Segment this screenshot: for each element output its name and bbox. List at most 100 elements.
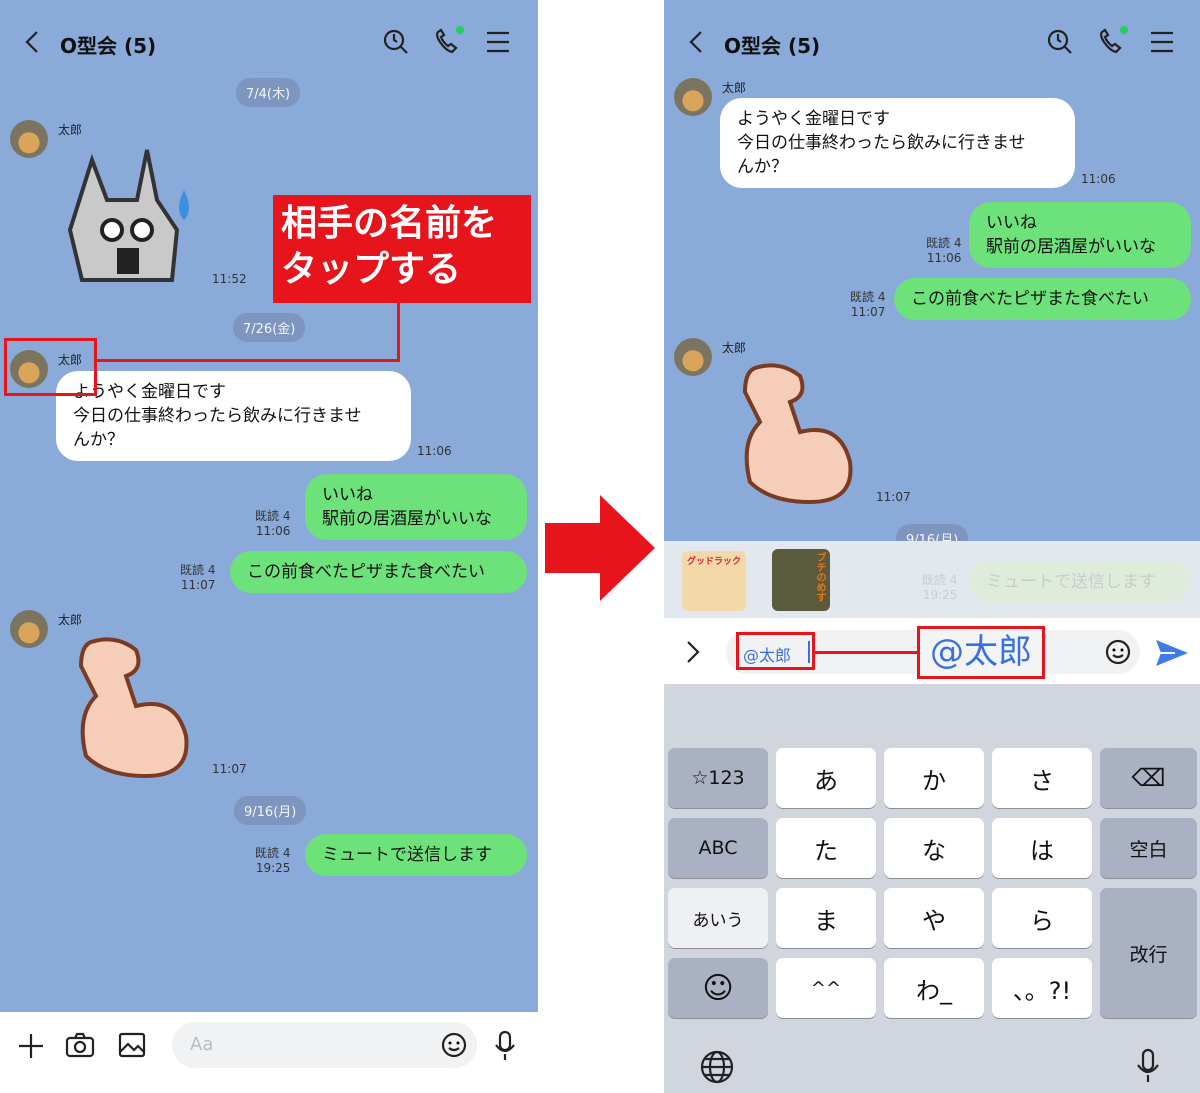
key-enter[interactable]: 改行 — [1100, 888, 1197, 1018]
message-bubble[interactable]: いいね駅前の居酒屋がいいな — [305, 474, 527, 540]
key-backspace[interactable]: ⌫ — [1100, 748, 1197, 808]
bicep-sticker[interactable] — [730, 358, 860, 506]
date-divider: 9/16(月) — [234, 796, 307, 825]
emoji-icon[interactable] — [440, 1031, 468, 1059]
key-ya[interactable]: や — [884, 888, 984, 948]
chat-title: O型会 (5) — [724, 34, 821, 58]
message-line: ようやく金曜日です — [73, 382, 226, 402]
mention-callout: @太郎 — [917, 626, 1045, 679]
message-line: ようやく金曜日です — [737, 109, 890, 129]
expand-icon[interactable] — [686, 640, 700, 664]
rabbit-sticker[interactable] — [62, 140, 202, 290]
message-bubble[interactable]: いいね 駅前の居酒屋がいいな — [969, 202, 1191, 268]
sticker-suggestion-bar: グッドラック ブチのめす 既読 4 19:25 ミュートで送信します — [664, 541, 1200, 618]
send-icon[interactable] — [1154, 638, 1190, 668]
annotation-callout: 相手の名前を タップする — [273, 195, 531, 303]
phone-icon[interactable] — [1096, 26, 1128, 56]
message-bubble[interactable]: ようやく金曜日です今日の仕事終わったら飲みに行きませ んか？ — [56, 371, 411, 461]
key-na[interactable]: な — [884, 818, 984, 878]
key-ha[interactable]: は — [992, 818, 1092, 878]
message-bubble[interactable]: この前食べたピザまた食べたい — [230, 551, 527, 593]
arrow-right-icon — [545, 495, 655, 601]
message-line: この前食べたピザまた食べたい — [911, 289, 1149, 309]
message-line: 今日の仕事終わったら飲みに行きませ — [73, 406, 362, 426]
read-receipt: 既読 4 11:07 — [850, 290, 886, 319]
avatar[interactable] — [10, 610, 48, 648]
sticker-suggestion[interactable]: ブチのめす — [772, 549, 830, 611]
message-line: 駅前の居酒屋がいいな — [322, 509, 492, 529]
avatar[interactable] — [674, 78, 712, 116]
sender-name[interactable]: 太郎 — [722, 339, 746, 356]
menu-icon[interactable] — [486, 31, 510, 53]
input-placeholder: Aa — [190, 1034, 214, 1055]
message-line: んか？ — [73, 430, 124, 450]
avatar[interactable] — [674, 338, 712, 376]
message-time: 11:07 — [212, 762, 247, 776]
key-sa[interactable]: さ — [992, 748, 1092, 808]
key-kaomoji[interactable]: ^^ — [776, 958, 876, 1018]
message-time: 11:52 — [212, 272, 247, 286]
microphone-icon[interactable] — [494, 1030, 516, 1062]
highlight-box — [4, 338, 97, 396]
message-line: んか？ — [737, 157, 788, 177]
chat-screen-before: O型会 (5) 7/4(木) 太郎 11:52 7/26(金) 太郎 ようやく金… — [0, 0, 538, 1093]
message-line: いいね — [322, 485, 373, 505]
date-divider: 7/26(金) — [233, 313, 306, 342]
chat-title: O型会 (5) — [60, 34, 157, 58]
search-icon[interactable] — [1046, 28, 1074, 56]
key-ka[interactable]: か — [884, 748, 984, 808]
bicep-sticker[interactable] — [66, 632, 196, 780]
sender-name[interactable]: 太郎 — [58, 611, 82, 628]
read-receipt: 既読 4 19:25 — [255, 846, 291, 875]
date-divider: 7/4(木) — [236, 78, 301, 107]
keyboard: ☆123 あ か さ ⌫ ABC た な は 空白 あいう ま や ら 改行 ☺… — [664, 684, 1200, 1093]
sender-name[interactable]: 太郎 — [58, 121, 82, 138]
message-line: いいね — [986, 213, 1037, 233]
globe-icon[interactable] — [700, 1050, 734, 1084]
key-abc[interactable]: ABC — [668, 818, 768, 878]
message-time: 11:06 — [1081, 172, 1116, 186]
microphone-icon[interactable] — [1136, 1048, 1160, 1084]
sticker-suggestion[interactable]: グッドラック — [682, 551, 746, 611]
faded-message: ミュートで送信します — [969, 561, 1191, 603]
phone-icon[interactable] — [432, 26, 464, 56]
sender-name[interactable]: 太郎 — [722, 79, 746, 96]
callout-connector — [94, 359, 400, 362]
key-ta[interactable]: た — [776, 818, 876, 878]
back-icon[interactable] — [24, 30, 40, 54]
menu-icon[interactable] — [1150, 31, 1174, 53]
key-kana[interactable]: あいう — [668, 888, 768, 948]
key-a[interactable]: あ — [776, 748, 876, 808]
message-time: 11:06 — [417, 444, 452, 458]
key-ra[interactable]: ら — [992, 888, 1092, 948]
message-bubble[interactable]: ようやく金曜日です 今日の仕事終わったら飲みに行きませ んか？ — [720, 98, 1075, 188]
key-emoji[interactable]: ☺ — [668, 958, 768, 1018]
plus-icon[interactable] — [17, 1032, 45, 1060]
callout-connector — [815, 651, 918, 654]
key-ma[interactable]: ま — [776, 888, 876, 948]
message-line: この前食べたピザまた食べたい — [247, 562, 485, 582]
back-icon[interactable] — [688, 30, 704, 54]
message-input[interactable]: Aa — [172, 1022, 477, 1068]
message-bubble[interactable]: ミュートで送信します — [305, 834, 527, 876]
message-line: ミュートで送信します — [322, 845, 492, 865]
camera-icon[interactable] — [65, 1032, 95, 1058]
input-bar: Aa — [0, 1012, 538, 1093]
faded-read-receipt: 既読 4 19:25 — [922, 573, 958, 602]
key-punctuation[interactable]: 、。?! — [992, 958, 1092, 1018]
image-icon[interactable] — [118, 1032, 146, 1058]
read-receipt: 既読 4 11:06 — [926, 236, 962, 265]
key-numbers[interactable]: ☆123 — [668, 748, 768, 808]
message-bubble[interactable]: この前食べたピザまた食べたい — [894, 278, 1191, 320]
emoji-icon[interactable] — [1104, 638, 1132, 666]
key-wa[interactable]: わ_ — [884, 958, 984, 1018]
key-space[interactable]: 空白 — [1100, 818, 1197, 878]
search-icon[interactable] — [382, 28, 410, 56]
read-receipt: 既読 4 11:07 — [180, 563, 216, 592]
highlight-box — [736, 632, 815, 670]
avatar[interactable] — [10, 120, 48, 158]
annotation-line: 相手の名前を — [281, 203, 498, 244]
read-receipt: 既読 4 11:06 — [255, 509, 291, 538]
callout-connector — [397, 303, 400, 361]
message-time: 11:07 — [876, 490, 911, 504]
